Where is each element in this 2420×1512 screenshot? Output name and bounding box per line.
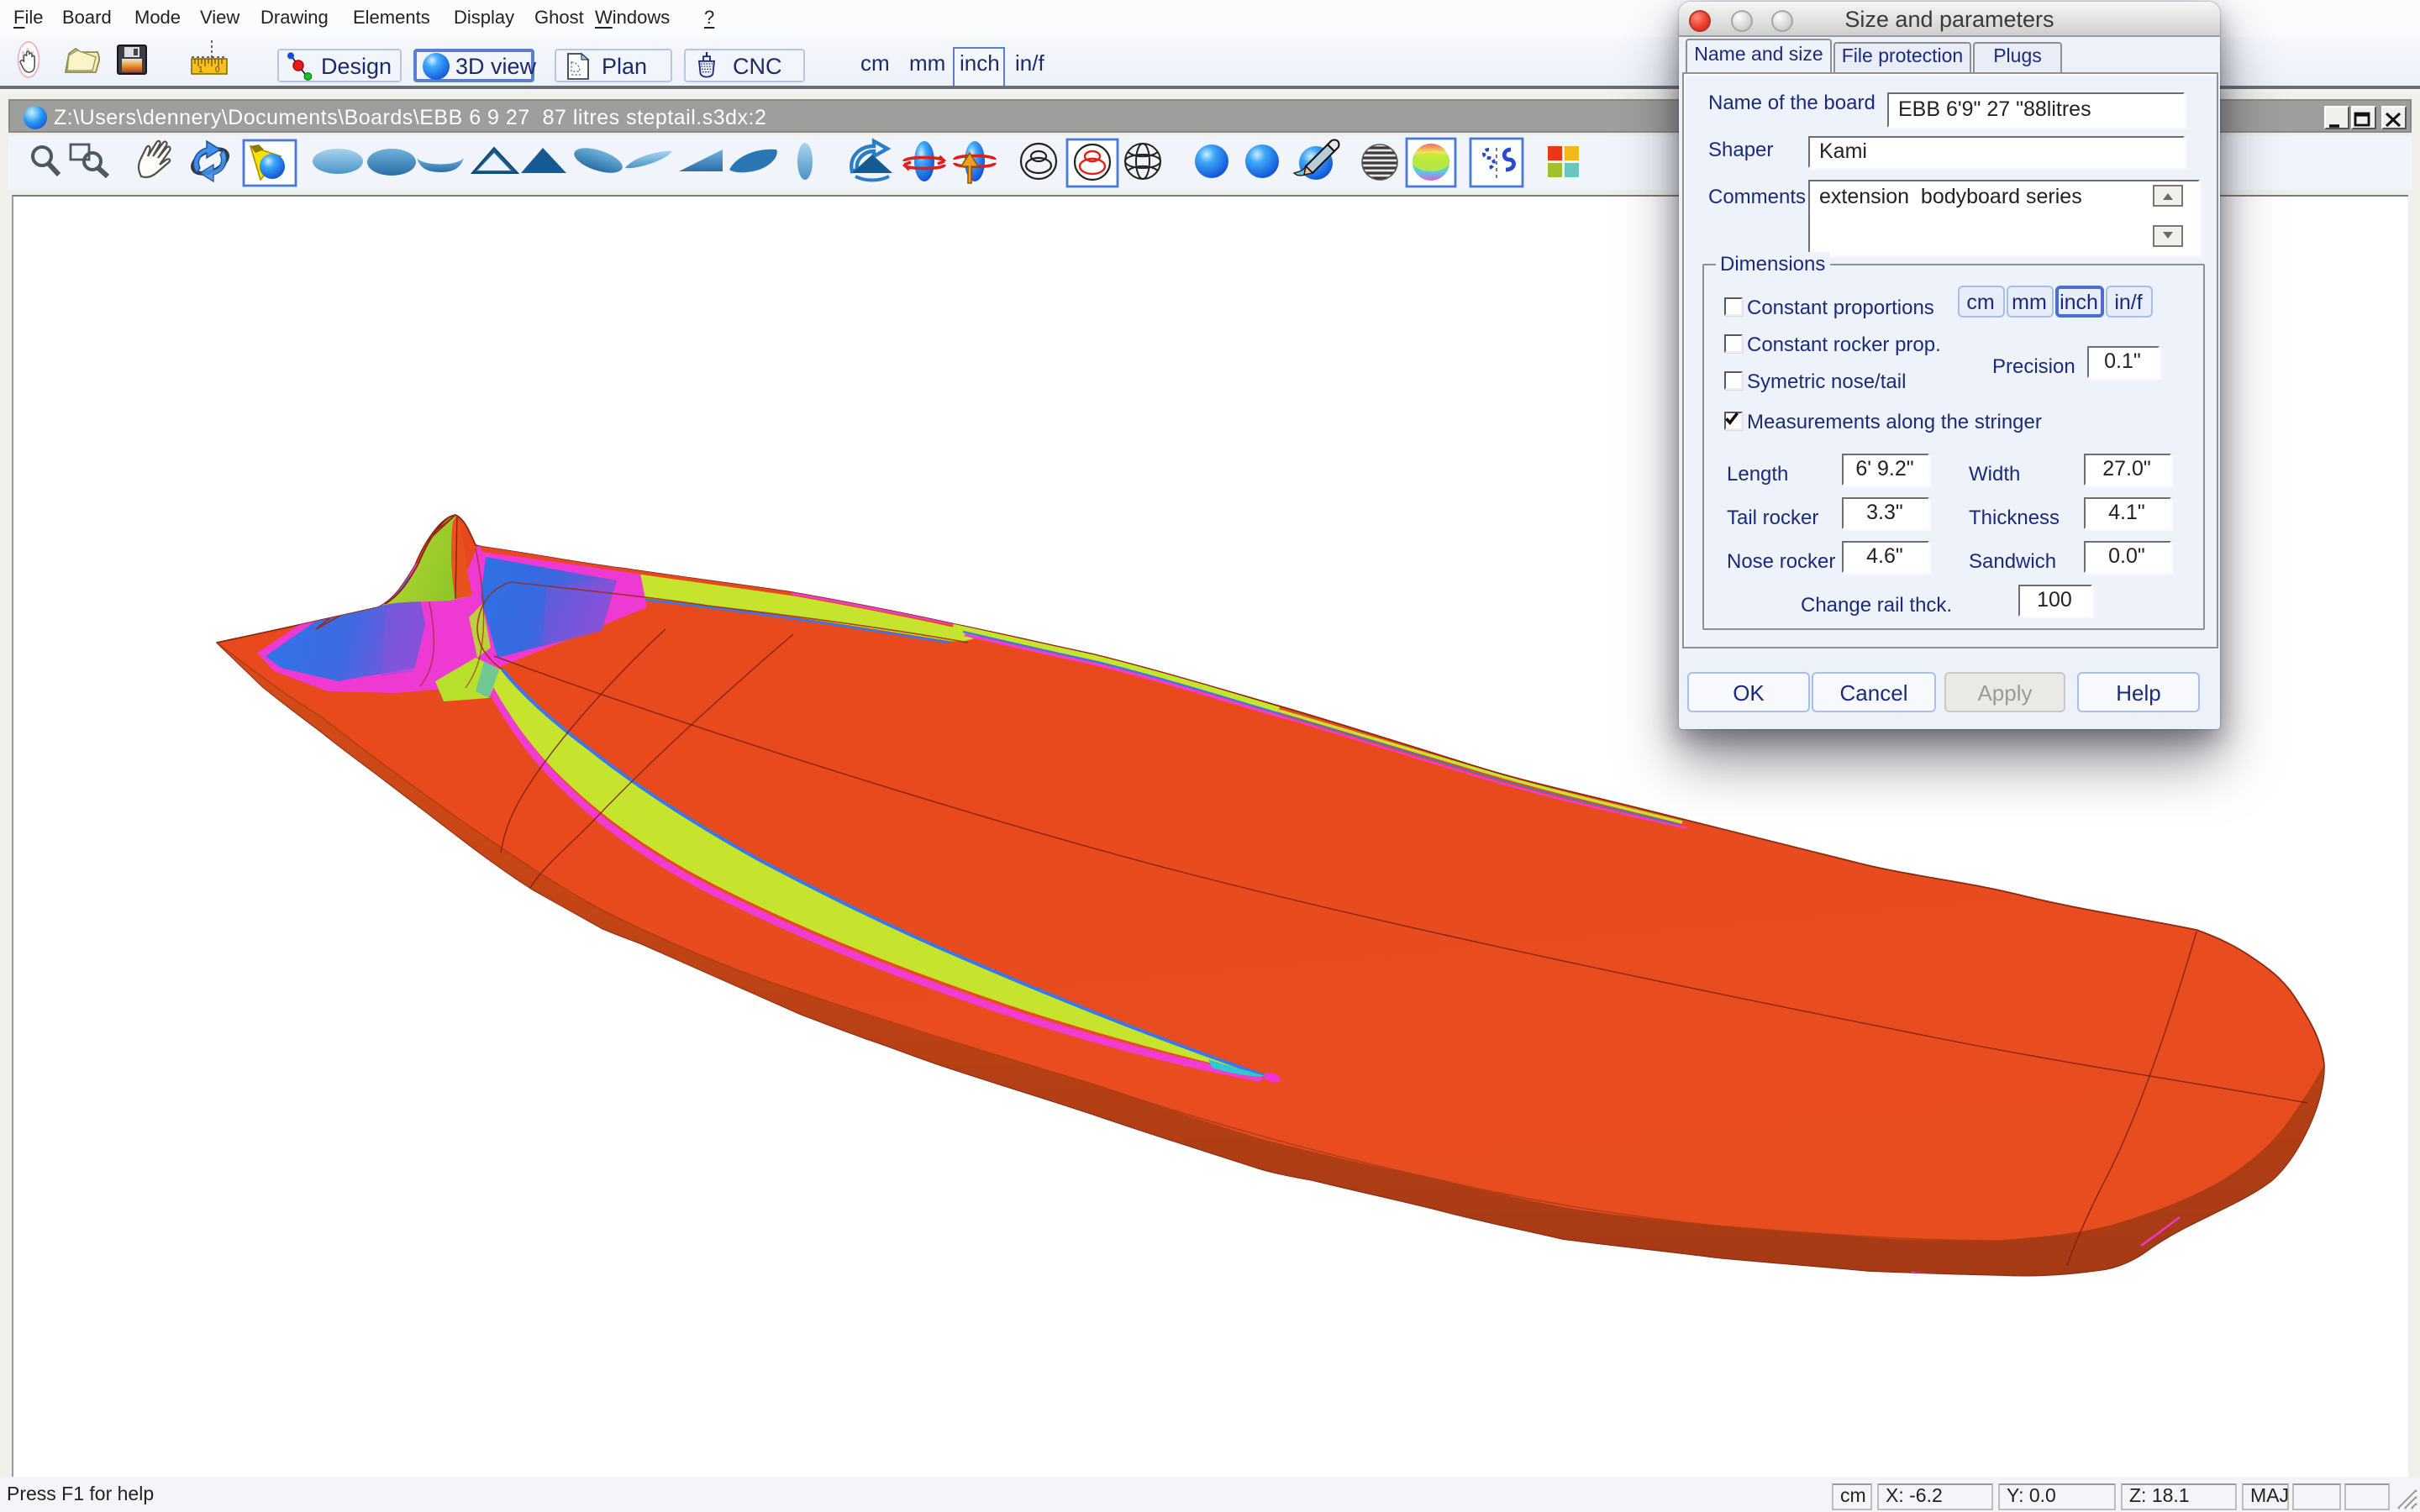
svg-text:1: 1 [198, 66, 203, 75]
svg-text:0: 0 [215, 66, 220, 75]
